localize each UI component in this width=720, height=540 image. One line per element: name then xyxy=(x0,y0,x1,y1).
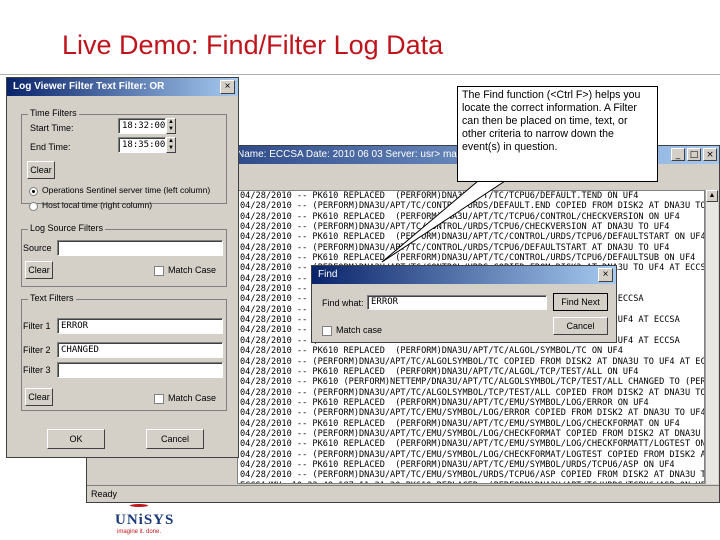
filter1-input[interactable]: ERROR xyxy=(57,318,223,334)
find-what-input[interactable]: ERROR xyxy=(367,295,547,310)
find-next-button[interactable]: Find Next xyxy=(553,293,608,311)
log-line[interactable]: 04/28/2010 -- PK610 REPLACED (PERFORM)DN… xyxy=(238,419,704,429)
log-line[interactable]: 04/28/2010 -- PK610 REPLACED (PERFORM)DN… xyxy=(238,253,704,263)
filter3-input[interactable] xyxy=(57,362,223,378)
time-filters-label: Time Filters xyxy=(28,108,79,118)
log-line[interactable]: 04/28/2010 -- PK610 REPLACED (PERFORM)DN… xyxy=(238,398,704,408)
find-what-label: Find what: xyxy=(322,298,364,308)
end-time-label: End Time: xyxy=(30,142,71,152)
find-dialog-title: Find xyxy=(312,266,616,284)
callout-box: The Find function (<Ctrl F>) helps you l… xyxy=(457,86,658,182)
minimize-button[interactable]: _ xyxy=(671,148,685,161)
log-line[interactable]: 04/28/2010 -- (PERFORM)DNA3U/APT/TC/CONT… xyxy=(238,222,704,232)
source-match-case-checkbox[interactable] xyxy=(154,266,164,276)
log-line[interactable]: ECCSA/MU> 10:32:49.187 11:31:20 PK610 RE… xyxy=(238,481,704,483)
host-time-label: Host local time (right column) xyxy=(42,200,153,210)
find-match-case-checkbox[interactable] xyxy=(322,326,332,336)
log-line[interactable]: 04/28/2010 -- PK610 REPLACED (PERFORM)DN… xyxy=(238,212,704,222)
unisys-logo: UNiSYS xyxy=(115,512,175,528)
logo-tagline: imagine it. done. xyxy=(117,529,162,535)
maximize-button[interactable]: □ xyxy=(687,148,701,161)
end-time-spinner[interactable]: ▲ ▼ xyxy=(166,137,176,153)
start-time-input[interactable]: 18:32:00 xyxy=(118,118,166,134)
start-time-label: Start Time: xyxy=(30,123,74,133)
time-clear-button[interactable]: Clear xyxy=(27,161,55,179)
source-match-case-label: Match Case xyxy=(168,265,217,275)
source-input[interactable] xyxy=(57,240,223,256)
filter1-label: Filter 1 xyxy=(23,321,51,331)
log-line[interactable]: 04/28/2010 -- PK610 REPLACED (PERFORM)DN… xyxy=(238,367,704,377)
close-button[interactable]: × xyxy=(703,148,717,161)
log-line[interactable]: 04/28/2010 -- (PERFORM)DNA3U/APT/TC/EMU/… xyxy=(238,408,704,418)
title-divider xyxy=(0,74,720,75)
log-line[interactable]: 04/28/2010 -- PK610 REPLACED (PERFORM)DN… xyxy=(238,346,704,356)
log-line[interactable]: 04/28/2010 -- PK610 REPLACED (PERFORM)DN… xyxy=(238,232,704,242)
text-clear-button[interactable]: Clear xyxy=(25,388,53,406)
filter2-input[interactable]: CHANGED xyxy=(57,342,223,358)
filter-dialog-title: Log Viewer Filter Text Filter: OR xyxy=(7,78,238,96)
host-time-radio[interactable] xyxy=(29,202,38,211)
source-clear-button[interactable]: Clear xyxy=(25,261,53,279)
ok-button[interactable]: OK xyxy=(47,429,105,449)
slide-title: Live Demo: Find/Filter Log Data xyxy=(62,30,444,60)
find-close-icon[interactable]: × xyxy=(598,268,613,282)
end-time-input[interactable]: 18:35:00 xyxy=(118,137,166,153)
text-match-case-label: Match Case xyxy=(168,393,217,403)
find-dialog: Find × Find what: ERROR Find Next Cancel… xyxy=(311,265,617,343)
log-line[interactable]: 04/28/2010 -- (PERFORM)DNA3U/APT/TC/ALGO… xyxy=(238,388,704,398)
status-bar: Ready xyxy=(87,485,719,502)
log-line[interactable]: 04/28/2010 -- PK610 (PERFORM)NETTEMP/DNA… xyxy=(238,377,704,387)
log-line[interactable]: 04/28/2010 -- PK610 REPLACED (PERFORM)DN… xyxy=(238,460,704,470)
log-line[interactable]: 04/28/2010 -- (PERFORM)DNA3U/APT/TC/CONT… xyxy=(238,201,704,211)
log-source-label: Log Source Filters xyxy=(28,223,106,233)
log-line[interactable]: 04/28/2010 -- PK610 REPLACED (PERFORM)DN… xyxy=(238,439,704,449)
filter-dialog: Log Viewer Filter Text Filter: OR × Time… xyxy=(6,77,239,458)
text-filters-label: Text Filters xyxy=(28,293,76,303)
server-time-label: Operations Sentinel server time (left co… xyxy=(42,185,211,195)
filter2-label: Filter 2 xyxy=(23,345,51,355)
source-label: Source xyxy=(23,243,52,253)
scroll-up-icon[interactable]: ▲ xyxy=(706,190,718,202)
log-line[interactable]: 04/28/2010 -- (PERFORM)DNA3U/APT/TC/CONT… xyxy=(238,243,704,253)
log-line[interactable]: 04/28/2010 -- (PERFORM)DNA3U/APT/TC/ALGO… xyxy=(238,357,704,367)
close-icon[interactable]: × xyxy=(220,80,235,94)
find-match-case-label: Match case xyxy=(336,325,383,335)
log-line[interactable]: 04/28/2010 -- (PERFORM)DNA3U/APT/TC/EMU/… xyxy=(238,470,704,480)
log-line[interactable]: 04/28/2010 -- PK610 REPLACED (PERFORM)DN… xyxy=(238,191,704,201)
cancel-button[interactable]: Cancel xyxy=(146,429,204,449)
find-cancel-button[interactable]: Cancel xyxy=(553,317,608,335)
log-line[interactable]: 04/28/2010 -- (PERFORM)DNA3U/APT/TC/EMU/… xyxy=(238,429,704,439)
filter3-label: Filter 3 xyxy=(23,365,51,375)
start-time-spinner[interactable]: ▲ ▼ xyxy=(166,118,176,134)
server-time-radio[interactable] xyxy=(29,187,38,196)
logo-swoosh-icon xyxy=(130,504,148,507)
log-vertical-scrollbar[interactable]: ▲ xyxy=(705,190,718,484)
text-match-case-checkbox[interactable] xyxy=(154,394,164,404)
log-line[interactable]: 04/28/2010 -- (PERFORM)DNA3U/APT/TC/EMU/… xyxy=(238,450,704,460)
